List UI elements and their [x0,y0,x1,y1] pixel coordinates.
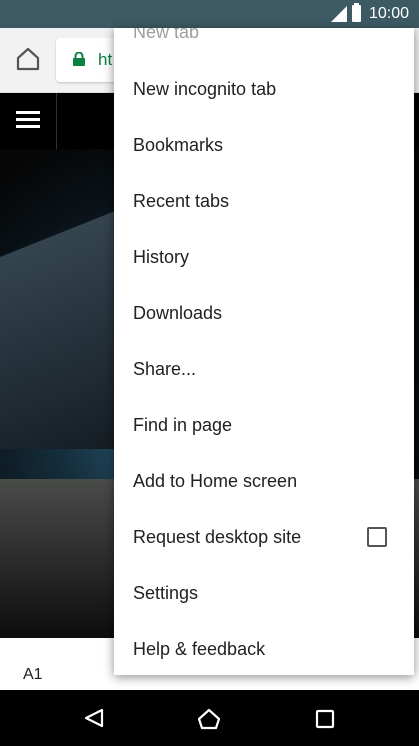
recents-icon[interactable] [315,709,335,729]
menu-item-find-in-page[interactable]: Find in page [114,397,414,453]
back-icon[interactable] [82,708,106,728]
menu-item-downloads[interactable]: Downloads [114,285,414,341]
menu-item-bookmarks[interactable]: Bookmarks [114,117,414,173]
overflow-menu: New tab New incognito tab Bookmarks Rece… [114,28,414,675]
page-text: A1 [23,666,43,683]
signal-icon [331,6,347,22]
menu-item-share[interactable]: Share... [114,341,414,397]
url-text: ht [98,50,113,69]
status-bar: 10:00 [0,0,419,28]
lock-icon [73,52,85,66]
hamburger-menu-icon[interactable] [0,93,57,149]
menu-item-settings[interactable]: Settings [114,565,414,621]
menu-item-new-incognito-tab[interactable]: New incognito tab [114,61,414,117]
menu-item-add-to-home-screen[interactable]: Add to Home screen [114,453,414,509]
home-icon[interactable] [10,41,46,77]
request-desktop-site-checkbox[interactable] [367,527,387,547]
menu-item-recent-tabs[interactable]: Recent tabs [114,173,414,229]
navigation-bar [0,690,419,746]
home-icon[interactable] [197,707,221,731]
menu-item-history[interactable]: History [114,229,414,285]
menu-item-help-feedback[interactable]: Help & feedback [114,621,414,675]
battery-icon [352,3,361,22]
status-time: 10:00 [368,5,409,22]
menu-item-request-desktop-site[interactable]: Request desktop site [114,509,414,565]
